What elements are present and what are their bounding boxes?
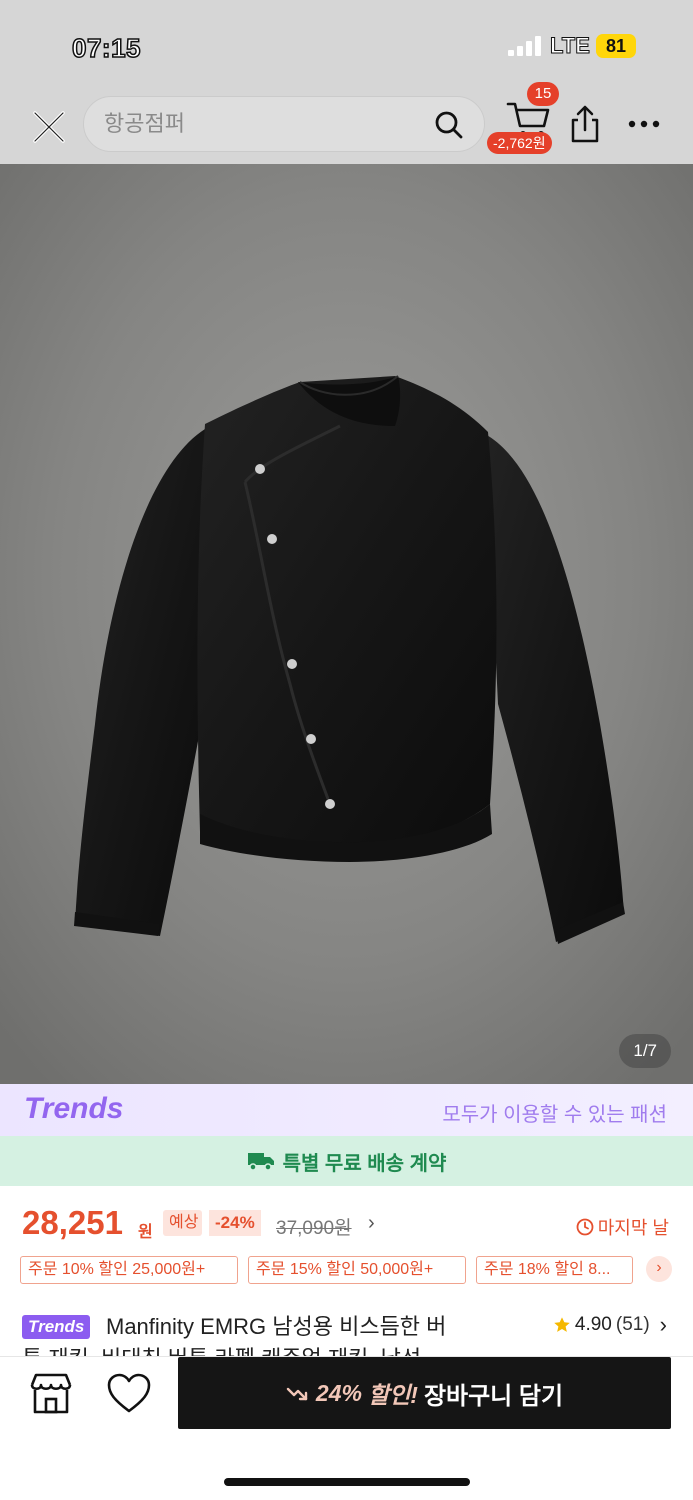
signal-icon	[508, 36, 544, 56]
clock-icon	[576, 1218, 594, 1236]
price-row: 28,251 원 예상 -24% 37,090원 › 마지막 날	[0, 1198, 693, 1250]
share-icon	[571, 105, 599, 143]
store-icon	[30, 1373, 72, 1414]
close-icon	[33, 111, 65, 143]
heart-icon	[107, 1373, 151, 1413]
coupon-row: 주문 10% 할인 25,000원+ 주문 15% 할인 50,000원+ 주문…	[20, 1256, 680, 1286]
network-type: LTE	[550, 33, 591, 59]
rating-summary[interactable]: 4.90 (51) ›	[553, 1312, 667, 1338]
discount-badge: -24%	[209, 1210, 261, 1236]
star-icon	[554, 1317, 570, 1332]
free-shipping-banner[interactable]: 특별 무료 배송 계약	[0, 1136, 693, 1186]
trends-logo: Trends	[24, 1092, 124, 1125]
original-price[interactable]: 37,090원	[276, 1213, 352, 1240]
trends-badge: Trends	[22, 1315, 91, 1339]
status-bar: 07:15 LTE 81	[0, 0, 693, 92]
deadline-label: 마지막 날	[597, 1218, 669, 1238]
search-icon[interactable]	[434, 110, 464, 140]
review-count: (51)	[615, 1314, 650, 1335]
trend-down-icon	[286, 1387, 308, 1401]
product-image-gallery[interactable]: 1/7	[0, 164, 693, 1084]
store-button[interactable]	[26, 1369, 76, 1419]
deadline-timer[interactable]: 마지막 날	[576, 1214, 669, 1240]
cart-discount-badge: -2,762원	[487, 132, 552, 154]
wishlist-button[interactable]	[104, 1369, 154, 1419]
battery-level: 81	[605, 36, 627, 56]
search-box[interactable]	[83, 96, 485, 152]
price-unit: 원	[138, 1224, 153, 1241]
image-counter: 1/7	[619, 1034, 671, 1068]
coupon-chip[interactable]: 주문 15% 할인 50,000원+	[248, 1256, 466, 1284]
more-options-button[interactable]	[624, 112, 664, 136]
chevron-right-icon: ›	[659, 1312, 667, 1337]
rating-value: 4.90	[574, 1314, 612, 1335]
trends-banner[interactable]: Trends 모두가 이용할 수 있는 패션	[0, 1084, 693, 1136]
bottom-action-bar: 24% 할인! 장바구니 담기	[0, 1356, 693, 1500]
chevron-right-icon[interactable]: ›	[368, 1212, 375, 1235]
status-time: 07:15	[71, 32, 141, 64]
estimate-label: 예상	[163, 1210, 203, 1236]
coupon-chip[interactable]: 주문 18% 할인 8...	[476, 1256, 633, 1284]
cta-label: 장바구니 담기	[423, 1382, 564, 1410]
truck-icon	[247, 1153, 274, 1171]
coupon-chip[interactable]: 주문 10% 할인 25,000원+	[20, 1256, 238, 1284]
close-button[interactable]	[28, 106, 70, 148]
battery-icon: 81	[596, 34, 636, 58]
trends-tagline: 모두가 이용할 수 있는 패션	[442, 1104, 667, 1126]
product-photo	[0, 164, 693, 1084]
chevron-right-icon[interactable]: ›	[646, 1256, 672, 1282]
share-button[interactable]	[566, 104, 604, 144]
cart-count-badge: 15	[527, 82, 559, 106]
cta-promo: 할인!	[367, 1382, 418, 1408]
app-header: 15 -2,762원	[0, 82, 693, 164]
price-value: 28,251	[22, 1204, 123, 1241]
add-to-cart-button[interactable]: 24% 할인! 장바구니 담기	[178, 1357, 671, 1429]
cta-percent: 24%	[315, 1379, 362, 1406]
product-title: Manfinity EMRG 남성용 비스듬한 버	[106, 1314, 447, 1339]
home-indicator[interactable]	[224, 1478, 470, 1486]
search-input[interactable]	[104, 97, 424, 151]
more-icon	[628, 120, 660, 128]
shipping-label: 특별 무료 배송 계약	[282, 1152, 447, 1175]
product-title-row: Trends Manfinity EMRG 남성용 비스듬한 버 튼 재킷, 비…	[0, 1306, 693, 1358]
